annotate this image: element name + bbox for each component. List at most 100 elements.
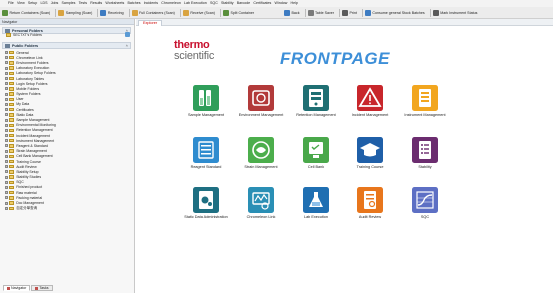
tile-reagent-standard[interactable]: Reagent Standard xyxy=(176,137,236,170)
toolbar-button[interactable]: Full Containers (Scan) xyxy=(131,9,175,16)
tile-lab-execution[interactable]: Lab Execution xyxy=(286,187,346,220)
menu-item[interactable]: Lab Execution xyxy=(184,0,207,7)
instrument-management-icon[interactable] xyxy=(412,85,438,111)
expand-icon[interactable]: + xyxy=(5,154,8,158)
expand-icon[interactable]: + xyxy=(5,206,8,210)
expand-icon[interactable]: + xyxy=(5,196,8,200)
expand-icon[interactable]: + xyxy=(5,180,8,184)
tab-navigator[interactable]: Navigator xyxy=(3,285,31,291)
static-data-icon[interactable] xyxy=(193,187,219,213)
expand-icon[interactable]: + xyxy=(5,149,8,153)
menu-item[interactable]: Help xyxy=(291,0,298,7)
tab-tasks[interactable]: Tasks xyxy=(31,285,53,291)
menu-item[interactable]: Barcode xyxy=(237,0,250,7)
expand-icon[interactable]: + xyxy=(5,102,8,106)
retention-management-icon[interactable] xyxy=(303,85,329,111)
expand-icon[interactable]: + xyxy=(5,118,8,122)
tile-label: Audit Review xyxy=(358,215,382,219)
public-folders-header[interactable]: Public Folders ˄ xyxy=(2,42,131,49)
strain-management-icon[interactable] xyxy=(248,137,274,163)
expand-icon[interactable]: + xyxy=(5,56,8,60)
menu-item[interactable]: Chromeleon xyxy=(161,0,181,7)
toolbar-button[interactable]: Table Saver xyxy=(307,10,334,16)
expand-icon[interactable]: + xyxy=(5,97,8,101)
expand-icon[interactable]: + xyxy=(5,66,8,70)
menu-item[interactable]: Jobs xyxy=(51,0,59,7)
tile-static-data[interactable]: Static Data Administration xyxy=(176,187,236,220)
menu-item[interactable]: Tests xyxy=(79,0,87,7)
sqc-icon[interactable] xyxy=(412,187,438,213)
tile-sample-management[interactable]: Sample Management xyxy=(176,85,236,118)
toolbar-button[interactable]: Sampling (Scan) xyxy=(58,9,92,16)
expand-icon[interactable]: + xyxy=(5,128,8,132)
folder-icon xyxy=(9,196,15,200)
tile-stability[interactable]: Stability xyxy=(395,137,455,170)
tile-audit-review[interactable]: Audit Review xyxy=(340,187,400,220)
menu-item[interactable]: Setup xyxy=(28,0,37,7)
tile-instrument-management[interactable]: Instrument Management xyxy=(395,85,455,118)
toolbar-button[interactable]: Mark Instrument Status xyxy=(432,10,477,16)
menu-item[interactable]: Certificates xyxy=(253,0,271,7)
expand-icon[interactable]: + xyxy=(5,201,8,205)
menu-item[interactable]: Batches xyxy=(128,0,141,7)
expand-icon[interactable]: + xyxy=(5,139,8,143)
expand-icon[interactable]: + xyxy=(5,123,8,127)
lab-execution-icon[interactable] xyxy=(303,187,329,213)
menu-item[interactable]: Stability xyxy=(221,0,234,7)
folder-item[interactable]: + 自定分单查询 xyxy=(5,206,130,211)
menu-item[interactable]: File xyxy=(8,0,14,7)
toolbar-button[interactable]: Receive (Scan) xyxy=(182,9,215,16)
expand-icon[interactable]: + xyxy=(5,191,8,195)
expand-icon[interactable]: + xyxy=(5,51,8,55)
menu-item[interactable]: View xyxy=(17,0,25,7)
toolbar-button[interactable]: Return Containers (Scan) xyxy=(2,9,50,16)
expand-icon[interactable]: + xyxy=(5,170,8,174)
stability-icon[interactable] xyxy=(412,137,438,163)
expand-icon[interactable]: + xyxy=(5,92,8,96)
expand-icon[interactable]: + xyxy=(5,113,8,117)
menu-item[interactable]: Window xyxy=(275,0,288,7)
cell-bank-icon[interactable] xyxy=(303,137,329,163)
expand-icon[interactable]: + xyxy=(5,61,8,65)
toolbar-button[interactable]: Back xyxy=(284,10,300,16)
reagent-standard-icon[interactable] xyxy=(193,137,219,163)
expand-icon[interactable]: + xyxy=(5,82,8,86)
incident-management-icon[interactable] xyxy=(357,85,383,111)
toolbar-button[interactable]: Print xyxy=(341,10,357,16)
expand-icon[interactable]: + xyxy=(5,87,8,91)
menu-item[interactable]: LDS xyxy=(41,0,48,7)
expand-icon[interactable]: + xyxy=(5,165,8,169)
toolbar-button[interactable]: Consume general Stock Batches xyxy=(364,10,425,16)
menu-item[interactable]: Incidents xyxy=(144,0,158,7)
tile-sqc[interactable]: SQC xyxy=(395,187,455,220)
tile-incident-management[interactable]: Incident Management xyxy=(340,85,400,118)
tile-cell-bank[interactable]: Cell Bank xyxy=(286,137,346,170)
training-course-icon[interactable] xyxy=(357,137,383,163)
menu-item[interactable]: Worksheets xyxy=(105,0,124,7)
chromeleon-link-icon[interactable] xyxy=(248,187,274,213)
personal-subfolder[interactable]: SECTXT's Folders xyxy=(6,32,130,37)
expand-icon[interactable]: + xyxy=(5,108,8,112)
tile-chromeleon-link[interactable]: Chromeleon Link xyxy=(231,187,291,220)
menu-item[interactable]: Results xyxy=(90,0,102,7)
expand-icon[interactable]: + xyxy=(5,175,8,179)
expand-icon[interactable]: + xyxy=(5,134,8,138)
tile-environment-management[interactable]: Environment Management xyxy=(231,85,291,118)
tile-training-course[interactable]: Training Course xyxy=(340,137,400,170)
environment-management-icon[interactable] xyxy=(248,85,274,111)
chevron-up-icon[interactable]: ˄ xyxy=(126,43,128,49)
expand-icon[interactable]: + xyxy=(5,185,8,189)
menu-item[interactable]: SQC xyxy=(210,0,218,7)
refresh-icon[interactable] xyxy=(125,32,130,37)
expand-icon[interactable]: + xyxy=(5,160,8,164)
toolbar-button[interactable]: Receiving xyxy=(100,9,124,16)
menu-item[interactable]: Samples xyxy=(61,0,75,7)
tile-strain-management[interactable]: Strain Management xyxy=(231,137,291,170)
sample-management-icon[interactable] xyxy=(193,85,219,111)
expand-icon[interactable]: + xyxy=(5,77,8,81)
expand-icon[interactable]: + xyxy=(5,71,8,75)
toolbar-button[interactable]: Split Container xyxy=(222,9,254,16)
audit-review-icon[interactable] xyxy=(357,187,383,213)
tile-retention-management[interactable]: Retention Management xyxy=(286,85,346,118)
expand-icon[interactable]: + xyxy=(5,144,8,148)
